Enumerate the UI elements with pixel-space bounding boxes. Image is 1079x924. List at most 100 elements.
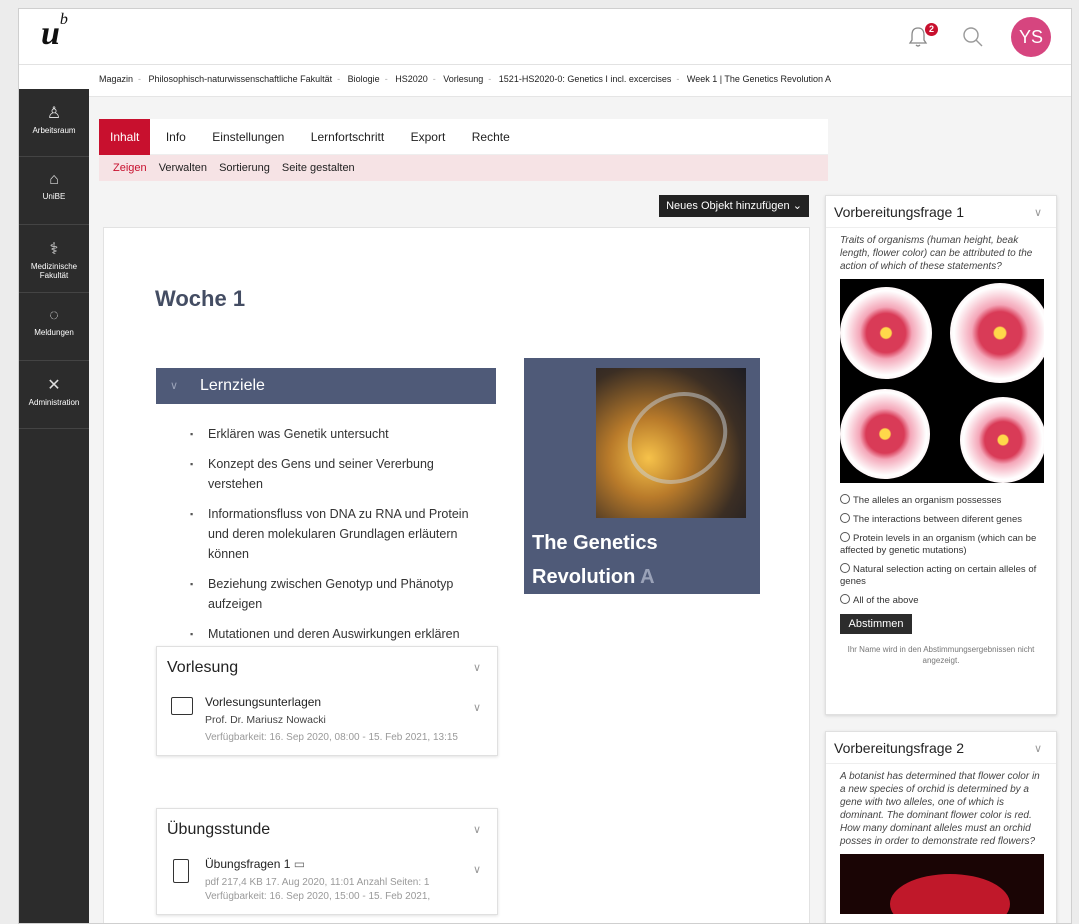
subtab-sortierung[interactable]: Sortierung	[219, 162, 270, 174]
top-bar: ub 2 YS	[19, 9, 1071, 65]
entry-availability: Verfügbarkeit: 16. Sep 2020, 08:00 - 15.…	[205, 732, 458, 743]
lernziele-title: Lernziele	[200, 377, 265, 394]
breadcrumb-item[interactable]: Vorlesung	[443, 74, 483, 84]
poll-option[interactable]: All of the above	[826, 591, 1056, 610]
tab-lernfortschritt[interactable]: Lernfortschritt	[300, 119, 395, 155]
main-content: Woche 1 ∨ Lernziele Erklären was Genetik…	[103, 227, 810, 923]
list-item: Beziehung zwischen Genotyp und Phänotyp …	[190, 574, 486, 614]
chevron-down-icon[interactable]: ∨	[473, 661, 481, 674]
breadcrumb-item[interactable]: Magazin	[99, 74, 133, 84]
breadcrumb-item[interactable]: Biologie	[348, 74, 380, 84]
tab-inhalt[interactable]: Inhalt	[99, 119, 151, 155]
flower-image	[840, 854, 1044, 914]
subtab-zeigen[interactable]: Zeigen	[113, 162, 147, 174]
breadcrumb-item[interactable]: HS2020	[395, 74, 428, 84]
list-item: Erklären was Genetik untersucht	[190, 424, 486, 444]
list-item: Vorlesungsunterlagen Prof. Dr. Mariusz N…	[157, 687, 497, 755]
poll-question: Traits of organisms (human height, beak …	[840, 235, 1033, 272]
chevron-down-icon[interactable]: ∨	[473, 823, 481, 836]
breadcrumb-item[interactable]: Philosophisch-naturwissenschaftliche Fak…	[149, 74, 333, 84]
uebungsstunde-header[interactable]: Übungsstunde ∨	[157, 809, 497, 849]
monitor-icon: ▭	[293, 857, 306, 871]
poll-title: Vorbereitungsfrage 2	[834, 740, 964, 756]
chevron-down-icon[interactable]: ∨	[473, 863, 481, 876]
lernziele-accordion-header[interactable]: ∨ Lernziele	[156, 368, 496, 404]
browser-frame: ub 2 YS Magazin - Philosophisch-naturwiss…	[18, 8, 1072, 924]
sidebar-item-administration[interactable]: ✕ Administration	[19, 361, 89, 429]
poll-note: Ihr Name wird in den Abstimmungsergebnis…	[847, 645, 1035, 665]
entry-title[interactable]: Übungsfragen 1	[205, 857, 290, 871]
poll-header[interactable]: Vorbereitungsfrage 1 ∨	[826, 196, 1056, 228]
subtab-verwalten[interactable]: Verwalten	[159, 162, 207, 174]
poll-header[interactable]: Vorbereitungsfrage 2 ∨	[826, 732, 1056, 764]
vorlesung-title: Vorlesung	[167, 659, 239, 676]
add-object-label: Neues Objekt hinzufügen	[666, 200, 790, 212]
vote-button[interactable]: Abstimmen	[840, 614, 912, 634]
radio-button[interactable]	[840, 532, 850, 542]
search-icon[interactable]	[961, 25, 985, 49]
poll-card-1: Vorbereitungsfrage 1 ∨ Traits of organis…	[825, 195, 1057, 715]
entry-author: Prof. Dr. Mariusz Nowacki	[205, 714, 326, 726]
list-item: Übungsfragen 1 ▭ pdf 217,4 KB 17. Aug 20…	[157, 849, 497, 914]
chevron-down-icon[interactable]: ∨	[1034, 742, 1042, 755]
sidebar-item-label: UniBE	[42, 192, 66, 201]
vorlesung-header[interactable]: Vorlesung ∨	[157, 647, 497, 687]
tab-bar: Inhalt Info Einstellungen Lernfortschrit…	[99, 119, 828, 155]
page-title: Woche 1	[155, 286, 246, 311]
radio-button[interactable]	[840, 563, 850, 573]
poll-option[interactable]: Natural selection acting on certain alle…	[826, 560, 1056, 591]
caduceus-icon: ⚕	[49, 241, 59, 258]
sidebar-item-unibe[interactable]: ⌂ UniBE	[19, 157, 89, 225]
book-title: The Genetics Revolution A	[532, 532, 658, 588]
poll-option[interactable]: The interactions between diferent genes	[826, 510, 1056, 529]
chevron-down-icon: ⌄	[792, 200, 802, 212]
subtab-seite-gestalten[interactable]: Seite gestalten	[282, 162, 355, 174]
sidebar-item-arbeitsraum[interactable]: ♙ Arbeitsraum	[19, 89, 89, 157]
poll-title: Vorbereitungsfrage 1	[834, 204, 964, 220]
flower-image	[840, 279, 1044, 483]
poll-option[interactable]: The alleles an organism possesses	[826, 491, 1056, 510]
poll-card-2: Vorbereitungsfrage 2 ∨ A botanist has de…	[825, 731, 1057, 923]
main-sidebar: ♙ Arbeitsraum ⌂ UniBE ⚕ Medizinische Fak…	[19, 89, 89, 923]
sidebar-item-label: Meldungen	[34, 328, 74, 337]
radio-button[interactable]	[840, 594, 850, 604]
radio-button[interactable]	[840, 494, 850, 504]
poll-question: A botanist has determined that flower co…	[840, 771, 1040, 847]
sidebar-item-label: Arbeitsraum	[32, 126, 76, 135]
vorlesung-block: Vorlesung ∨ Vorlesungsunterlagen Prof. D…	[156, 646, 498, 756]
tools-icon: ✕	[47, 377, 61, 394]
breadcrumb-item[interactable]: 1521-HS2020-0: Genetics I incl. excercis…	[499, 74, 672, 84]
lernziele-list: Erklären was Genetik untersucht Konzept …	[190, 424, 486, 654]
dna-image	[596, 368, 746, 518]
uebungsstunde-block: Übungsstunde ∨ Übungsfragen 1 ▭ pdf 217,…	[156, 808, 498, 915]
notification-badge: 2	[925, 23, 938, 36]
radio-button[interactable]	[840, 513, 850, 523]
sidebar-item-meldungen[interactable]: ◌ Meldungen	[19, 293, 89, 361]
tab-info[interactable]: Info	[155, 119, 197, 155]
chat-icon: ◌	[49, 307, 59, 324]
tab-einstellungen[interactable]: Einstellungen	[201, 119, 295, 155]
logo[interactable]: ub	[41, 11, 68, 53]
chevron-down-icon: ∨	[170, 380, 179, 392]
tab-export[interactable]: Export	[400, 119, 457, 155]
folder-icon	[171, 697, 193, 715]
sidebar-item-label: Administration	[28, 398, 80, 407]
add-object-button[interactable]: Neues Objekt hinzufügen ⌄	[659, 195, 809, 217]
sidebar-item-medizinische-fakultaet[interactable]: ⚕ Medizinische Fakultät	[19, 225, 89, 293]
poll-option[interactable]: Protein levels in an organism (which can…	[826, 529, 1056, 560]
subtab-bar: Zeigen Verwalten Sortierung Seite gestal…	[99, 155, 828, 181]
entry-availability: Verfügbarkeit: 16. Sep 2020, 15:00 - 15.…	[205, 891, 431, 902]
tab-rechte[interactable]: Rechte	[461, 119, 521, 155]
entry-title[interactable]: Vorlesungsunterlagen	[205, 695, 487, 709]
sidebar-item-label: Medizinische Fakultät	[30, 262, 78, 280]
breadcrumb-item[interactable]: Week 1 | The Genetics Revolution A	[687, 74, 831, 84]
chevron-down-icon[interactable]: ∨	[1034, 206, 1042, 219]
chevron-down-icon[interactable]: ∨	[473, 701, 481, 714]
list-item: Konzept des Gens und seiner Vererbung ve…	[190, 454, 486, 494]
book-cover-tile[interactable]: The Genetics Revolution A	[524, 358, 760, 594]
building-icon: ⌂	[49, 171, 59, 188]
breadcrumb: Magazin - Philosophisch-naturwissenschaft…	[19, 65, 1071, 97]
user-avatar[interactable]: YS	[1011, 17, 1051, 57]
entry-meta: pdf 217,4 KB 17. Aug 2020, 11:01 Anzahl …	[205, 877, 430, 888]
file-download-icon	[173, 859, 189, 883]
